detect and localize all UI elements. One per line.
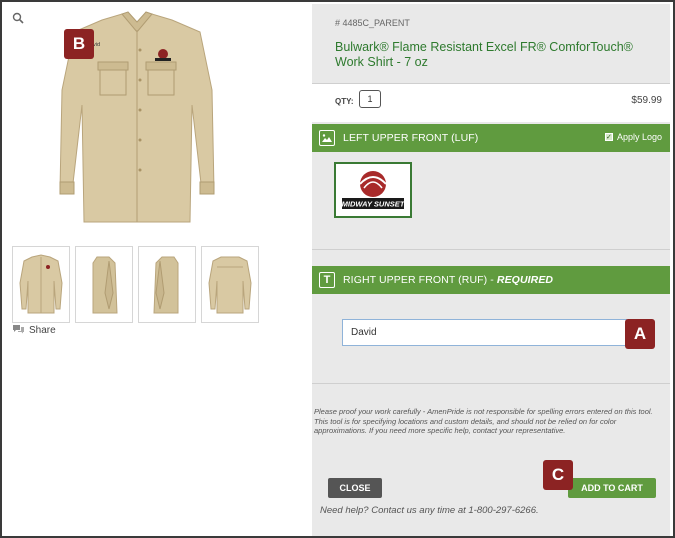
annotation-badge-c: C bbox=[543, 460, 573, 490]
product-price: $59.99 bbox=[631, 95, 662, 106]
close-button[interactable]: CLOSE bbox=[328, 478, 382, 498]
image-icon bbox=[319, 130, 335, 146]
product-customizer-window: David Share B # 4485C_PARENT Bulwark® Fl… bbox=[0, 0, 675, 538]
share-link[interactable]: Share bbox=[12, 324, 56, 337]
ruf-text-input[interactable]: David bbox=[342, 319, 627, 346]
quantity-input[interactable]: 1 bbox=[359, 90, 381, 108]
apply-logo-toggle[interactable]: ✓ Apply Logo bbox=[604, 132, 662, 142]
logo-text: MIDWAY SUNSET bbox=[342, 200, 406, 209]
share-icon bbox=[12, 324, 25, 337]
apply-logo-checkbox[interactable]: ✓ bbox=[604, 133, 613, 141]
thumbnail-back[interactable] bbox=[201, 246, 259, 323]
zoom-icon[interactable] bbox=[12, 11, 24, 24]
apply-logo-label: Apply Logo bbox=[616, 132, 662, 142]
qty-label: QTY: bbox=[335, 97, 354, 106]
thumbnail-side-left[interactable] bbox=[75, 246, 133, 323]
customization-panel: # 4485C_PARENT Bulwark® Flame Resistant … bbox=[312, 4, 670, 536]
selected-logo[interactable]: MIDWAY SUNSET bbox=[334, 162, 412, 218]
section-label-luf: LEFT UPPER FRONT (LUF) bbox=[343, 132, 479, 144]
section-label-ruf: RIGHT UPPER FRONT (RUF) - bbox=[343, 274, 497, 286]
annotation-badge-a: A bbox=[625, 319, 655, 349]
section-header-luf[interactable]: LEFT UPPER FRONT (LUF) ✓ Apply Logo bbox=[312, 124, 670, 152]
share-label: Share bbox=[29, 325, 56, 336]
add-to-cart-button[interactable]: ADD TO CART bbox=[568, 478, 656, 498]
product-title: Bulwark® Flame Resistant Excel FR® Comfo… bbox=[335, 40, 633, 69]
product-header: # 4485C_PARENT Bulwark® Flame Resistant … bbox=[312, 4, 670, 84]
disclaimer-text: Please proof your work carefully - AmenP… bbox=[314, 407, 653, 435]
section-label-ruf-wrap: RIGHT UPPER FRONT (RUF) - REQUIRED bbox=[343, 274, 553, 286]
help-text: Need help? Contact us any time at 1-800-… bbox=[320, 505, 539, 516]
thumbnail-strip bbox=[12, 246, 259, 323]
footer-area: CLOSE ADD TO CART Need help? Contact us … bbox=[312, 450, 670, 536]
section-body-luf: MIDWAY SUNSET bbox=[312, 152, 670, 250]
thumbnail-side-right[interactable] bbox=[138, 246, 196, 323]
thumbnail-front[interactable] bbox=[12, 246, 70, 323]
text-icon: T bbox=[319, 272, 335, 288]
annotation-badge-b: B bbox=[64, 29, 94, 59]
required-label: REQUIRED bbox=[496, 274, 554, 286]
product-sku: # 4485C_PARENT bbox=[335, 18, 410, 28]
section-header-ruf[interactable]: T RIGHT UPPER FRONT (RUF) - REQUIRED bbox=[312, 266, 670, 294]
quantity-row: QTY: 1 $59.99 bbox=[312, 84, 670, 122]
